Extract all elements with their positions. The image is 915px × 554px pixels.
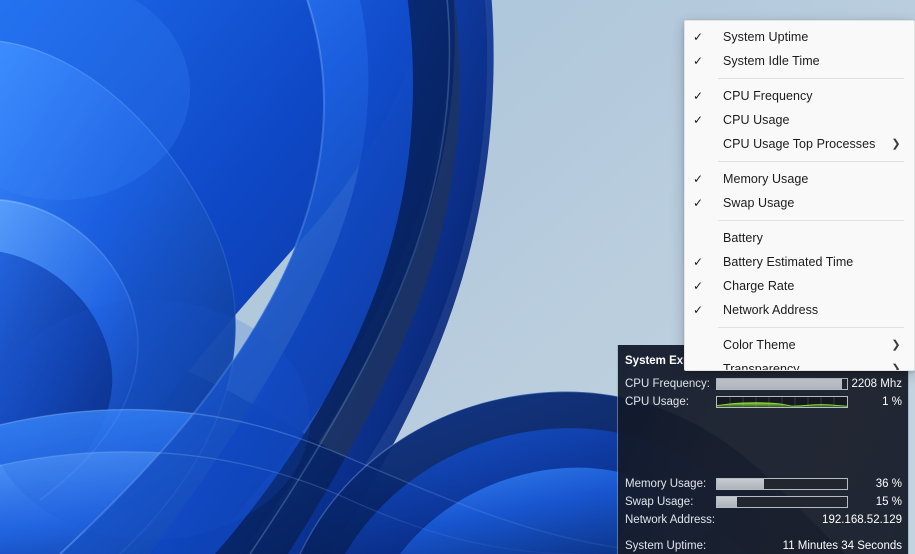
menu-item-transparency[interactable]: ✓Transparency❯	[685, 357, 914, 371]
menu-item-label: Memory Usage	[711, 167, 888, 191]
stat-progress-bar	[716, 496, 848, 508]
stat-label: System Uptime:	[625, 538, 706, 554]
menu-item-cpu-usage-top-processes[interactable]: ✓CPU Usage Top Processes❯	[685, 132, 914, 156]
widget-content: System Exp CPU Frequency: 2208 Mhz CPU Usa…	[618, 345, 908, 554]
stat-row: Memory Usage: 36 %	[618, 476, 909, 492]
chevron-right-icon: ❯	[888, 333, 904, 357]
stat-value: 1 %	[882, 394, 902, 410]
stat-row: System Uptime: 11 Minutes 34 Seconds	[618, 538, 909, 554]
menu-item-label: Color Theme	[711, 333, 888, 357]
stat-value: 36 %	[876, 476, 902, 492]
context-menu[interactable]: ✓System Uptime❯✓System Idle Time❯✓CPU Fr…	[684, 20, 915, 371]
stat-value: 192.168.52.129	[822, 512, 902, 528]
check-icon: ✓	[685, 25, 711, 49]
stat-row: Swap Usage: 15 %	[618, 494, 909, 510]
widget-title: System Exp	[625, 355, 690, 367]
menu-item-label: CPU Usage	[711, 108, 888, 132]
menu-item-charge-rate[interactable]: ✓Charge Rate❯	[685, 274, 914, 298]
menu-separator	[718, 161, 904, 162]
stat-progress-bar	[716, 378, 848, 390]
stat-row: CPU Frequency: 2208 Mhz	[618, 376, 909, 392]
stat-label: CPU Frequency:	[625, 376, 710, 392]
check-icon: ✓	[685, 298, 711, 322]
menu-item-color-theme[interactable]: ✓Color Theme❯	[685, 333, 914, 357]
menu-item-swap-usage[interactable]: ✓Swap Usage❯	[685, 191, 914, 215]
menu-item-label: CPU Frequency	[711, 84, 888, 108]
stat-label: Memory Usage:	[625, 476, 706, 492]
menu-item-label: Transparency	[711, 357, 888, 371]
menu-item-label: Network Address	[711, 298, 888, 322]
stat-label: Swap Usage:	[625, 494, 693, 510]
menu-item-system-idle-time[interactable]: ✓System Idle Time❯	[685, 49, 914, 73]
menu-item-battery[interactable]: ✓Battery❯	[685, 226, 914, 250]
stat-progress-fill	[717, 379, 842, 389]
stat-value: 15 %	[876, 494, 902, 510]
stat-label: Network Address:	[625, 512, 715, 528]
menu-item-label: Battery Estimated Time	[711, 250, 888, 274]
check-icon: ✓	[685, 167, 711, 191]
check-icon: ✓	[685, 274, 711, 298]
menu-item-network-address[interactable]: ✓Network Address❯	[685, 298, 914, 322]
stat-progress-fill	[717, 497, 737, 507]
menu-item-label: CPU Usage Top Processes	[711, 132, 888, 156]
stat-value: 11 Minutes 34 Seconds	[783, 538, 902, 554]
cpu-usage-graph	[716, 396, 848, 408]
menu-item-label: Swap Usage	[711, 191, 888, 215]
menu-item-battery-estimated-time[interactable]: ✓Battery Estimated Time❯	[685, 250, 914, 274]
chevron-right-icon: ❯	[888, 357, 904, 371]
stat-row: Network Address: 192.168.52.129	[618, 512, 909, 528]
menu-separator	[718, 220, 904, 221]
menu-item-memory-usage[interactable]: ✓Memory Usage❯	[685, 167, 914, 191]
menu-item-label: System Uptime	[711, 25, 888, 49]
menu-separator	[718, 327, 904, 328]
stat-value: 2208 Mhz	[851, 376, 902, 392]
stat-row: CPU Usage: 1 %	[618, 394, 909, 410]
desktop-screen: System Exp CPU Frequency: 2208 Mhz CPU Usa…	[0, 0, 915, 554]
check-icon: ✓	[685, 191, 711, 215]
stat-label: CPU Usage:	[625, 394, 689, 410]
stat-progress-fill	[717, 479, 764, 489]
menu-separator	[718, 78, 904, 79]
menu-item-cpu-usage[interactable]: ✓CPU Usage❯	[685, 108, 914, 132]
menu-item-label: System Idle Time	[711, 49, 888, 73]
check-icon: ✓	[685, 108, 711, 132]
check-icon: ✓	[685, 84, 711, 108]
check-icon: ✓	[685, 250, 711, 274]
menu-item-label: Battery	[711, 226, 888, 250]
system-explorer-widget[interactable]: System Exp CPU Frequency: 2208 Mhz CPU Usa…	[617, 345, 909, 554]
menu-item-system-uptime[interactable]: ✓System Uptime❯	[685, 25, 914, 49]
menu-item-label: Charge Rate	[711, 274, 888, 298]
check-icon: ✓	[685, 49, 711, 73]
chevron-right-icon: ❯	[888, 132, 904, 156]
stat-progress-bar	[716, 478, 848, 490]
menu-item-cpu-frequency[interactable]: ✓CPU Frequency❯	[685, 84, 914, 108]
